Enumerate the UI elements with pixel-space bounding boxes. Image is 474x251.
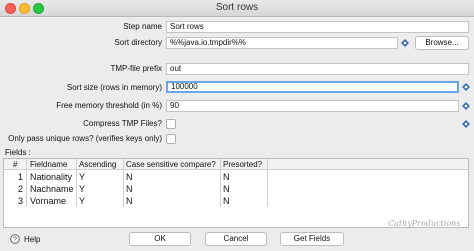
cell-case-sensitive[interactable]: N	[126, 184, 133, 194]
cell-ascending[interactable]: Y	[79, 196, 85, 206]
variable-icon[interactable]	[462, 83, 470, 91]
tmp-prefix-input[interactable]: out	[166, 63, 469, 75]
step-name-label: Step name	[123, 22, 162, 31]
row-number: 3	[18, 196, 24, 206]
fields-label: Fields :	[5, 148, 31, 157]
cell-fieldname[interactable]: Nachname	[30, 184, 74, 194]
browse-button[interactable]: Browse...	[415, 36, 469, 50]
variable-icon[interactable]	[462, 120, 470, 128]
free-memory-input[interactable]: 90	[166, 100, 459, 112]
unique-rows-checkbox[interactable]	[166, 134, 176, 144]
help-label: Help	[24, 234, 41, 244]
variable-icon[interactable]	[462, 102, 470, 110]
sort-directory-label: Sort directory	[114, 38, 162, 47]
window-title: Sort rows	[215, 2, 259, 13]
cell-presorted[interactable]: N	[223, 172, 230, 182]
watermark: CathyProductions	[388, 219, 461, 228]
ok-button[interactable]: OK	[129, 232, 191, 246]
row-number: 1	[18, 172, 24, 182]
step-name-input[interactable]: Sort rows	[166, 21, 469, 33]
column-header-presorted[interactable]: Presorted?	[223, 160, 262, 169]
cell-ascending[interactable]: Y	[79, 184, 85, 194]
cell-ascending[interactable]: Y	[79, 172, 85, 182]
cell-fieldname[interactable]: Nationality	[30, 172, 72, 182]
column-header-case-sensitive[interactable]: Case sensitive compare?	[126, 160, 216, 169]
tmp-prefix-label: TMP-file prefix	[110, 64, 162, 73]
sort-directory-input[interactable]: %%java.io.tmpdir%%	[166, 37, 398, 49]
cancel-button[interactable]: Cancel	[205, 232, 267, 246]
cell-case-sensitive[interactable]: N	[126, 196, 133, 206]
cell-case-sensitive[interactable]: N	[126, 172, 133, 182]
variable-icon[interactable]	[401, 39, 409, 47]
help-icon: ?	[10, 234, 20, 244]
fields-table: # Fieldname Ascending Case sensitive com…	[3, 158, 469, 228]
row-number: 2	[18, 184, 24, 194]
title-bar: Sort rows	[0, 0, 474, 17]
compress-checkbox[interactable]	[166, 119, 176, 129]
svg-text:?: ?	[13, 236, 17, 243]
sort-size-label: Sort size (rows in memory)	[66, 83, 162, 92]
help-button[interactable]: ? Help	[10, 233, 40, 245]
free-memory-label: Free memory threshold (in %)	[56, 101, 162, 110]
cell-fieldname[interactable]: Vorname	[30, 196, 66, 206]
column-header-fieldname[interactable]: Fieldname	[30, 160, 67, 169]
sort-size-input[interactable]: 100000	[166, 81, 459, 93]
cell-presorted[interactable]: N	[223, 184, 230, 194]
get-fields-button[interactable]: Get Fields	[280, 232, 344, 246]
column-header-number[interactable]: #	[13, 160, 17, 169]
column-header-ascending[interactable]: Ascending	[79, 160, 116, 169]
cell-presorted[interactable]: N	[223, 196, 230, 206]
unique-rows-label: Only pass unique rows? (verifies keys on…	[8, 134, 162, 143]
compress-label: Compress TMP Files?	[83, 119, 162, 128]
